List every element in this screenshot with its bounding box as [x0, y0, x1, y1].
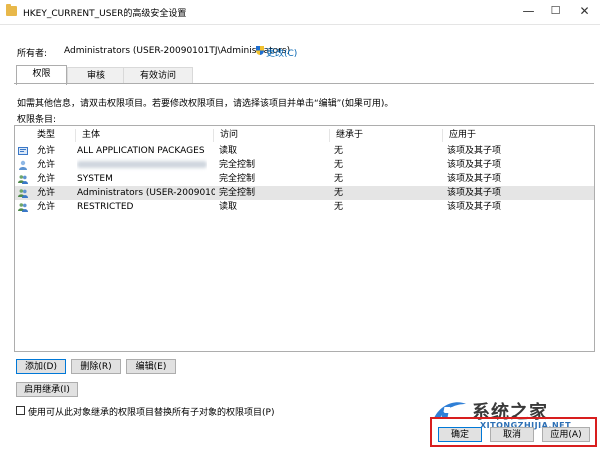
- annotation-highlight-box: [430, 417, 597, 447]
- row-type: 允许: [37, 174, 56, 184]
- row-access: 完全控制: [219, 174, 256, 184]
- replace-child-permissions-label[interactable]: 使用可从此对象继承的权限项目替换所有子对象的权限项目(P): [28, 405, 274, 418]
- row-principal-redacted: [77, 158, 207, 172]
- row-inherited-from: 无: [334, 202, 344, 212]
- row-type: 允许: [37, 160, 56, 170]
- add-button[interactable]: 添加(D): [16, 359, 66, 374]
- group-icon: [18, 189, 28, 198]
- row-access: 读取: [219, 146, 238, 156]
- tab-effective-access[interactable]: 有效访问: [123, 67, 193, 84]
- title-bar: HKEY_CURRENT_USER的高级安全设置 — ☐ ✕: [0, 0, 600, 25]
- row-type: 允许: [37, 146, 56, 156]
- row-inherited-from: 无: [334, 174, 344, 184]
- table-row[interactable]: 允许 SYSTEM 完全控制 无 该项及其子项: [15, 172, 594, 186]
- change-owner-link[interactable]: 更改(C): [266, 46, 297, 59]
- folder-icon: [6, 4, 17, 16]
- permission-entries-list[interactable]: 类型 主体 访问 继承于 应用于 允许 ALL APPLICATION PACK…: [14, 125, 595, 352]
- owner-label: 所有者:: [17, 49, 48, 59]
- enable-inheritance-button[interactable]: 启用继承(I): [16, 382, 78, 397]
- replace-child-permissions-checkbox[interactable]: [16, 406, 25, 415]
- row-principal: RESTRICTED: [77, 202, 134, 212]
- row-principal: ALL APPLICATION PACKAGES: [77, 146, 205, 156]
- window-title: HKEY_CURRENT_USER的高级安全设置: [23, 9, 187, 19]
- row-access: 完全控制: [219, 160, 256, 170]
- remove-button[interactable]: 删除(R): [71, 359, 121, 374]
- row-applies-to: 该项及其子项: [447, 188, 502, 198]
- column-header-inherited-from[interactable]: 继承于: [330, 129, 443, 142]
- column-header-access[interactable]: 访问: [214, 129, 330, 142]
- tab-auditing[interactable]: 审核: [67, 67, 125, 84]
- shield-icon: [256, 46, 264, 55]
- row-applies-to: 该项及其子项: [447, 174, 502, 184]
- redacted-principal: [77, 161, 207, 168]
- instruction-text: 如需其他信息，请双击权限项目。若要修改权限项目，请选择该项目并单击“编辑”(如果…: [17, 99, 394, 109]
- row-access: 读取: [219, 202, 238, 212]
- table-row[interactable]: 允许 ALL APPLICATION PACKAGES 读取 无 该项及其子项: [15, 144, 594, 158]
- permission-entries-label: 权限条目:: [17, 115, 57, 125]
- row-type: 允许: [37, 188, 56, 198]
- user-icon: [19, 160, 27, 170]
- column-header-applies-to[interactable]: 应用于: [443, 129, 594, 142]
- column-header-type[interactable]: 类型: [31, 129, 76, 142]
- column-header-principal[interactable]: 主体: [76, 129, 214, 142]
- close-button[interactable]: ✕: [566, 0, 600, 22]
- table-row[interactable]: 允许 完全控制 无 该项及其子项: [15, 158, 594, 172]
- row-inherited-from: 无: [334, 160, 344, 170]
- row-inherited-from: 无: [334, 146, 344, 156]
- row-inherited-from: 无: [334, 188, 344, 198]
- row-applies-to: 该项及其子项: [447, 202, 502, 212]
- row-principal: Administrators (USER-20090101...: [77, 188, 215, 198]
- group-icon: [18, 203, 28, 212]
- table-row[interactable]: 允许 RESTRICTED 读取 无 该项及其子项: [15, 200, 594, 214]
- row-applies-to: 该项及其子项: [447, 160, 502, 170]
- row-type: 允许: [37, 202, 56, 212]
- table-row-selected[interactable]: 允许 Administrators (USER-20090101... 完全控制…: [15, 186, 594, 200]
- row-applies-to: 该项及其子项: [447, 146, 502, 156]
- row-access: 完全控制: [219, 188, 256, 198]
- edit-button[interactable]: 编辑(E): [126, 359, 176, 374]
- tab-divider: [14, 83, 594, 84]
- package-icon: [18, 147, 28, 155]
- row-principal: SYSTEM: [77, 174, 113, 184]
- group-icon: [18, 175, 28, 184]
- tab-permissions[interactable]: 权限: [16, 65, 67, 85]
